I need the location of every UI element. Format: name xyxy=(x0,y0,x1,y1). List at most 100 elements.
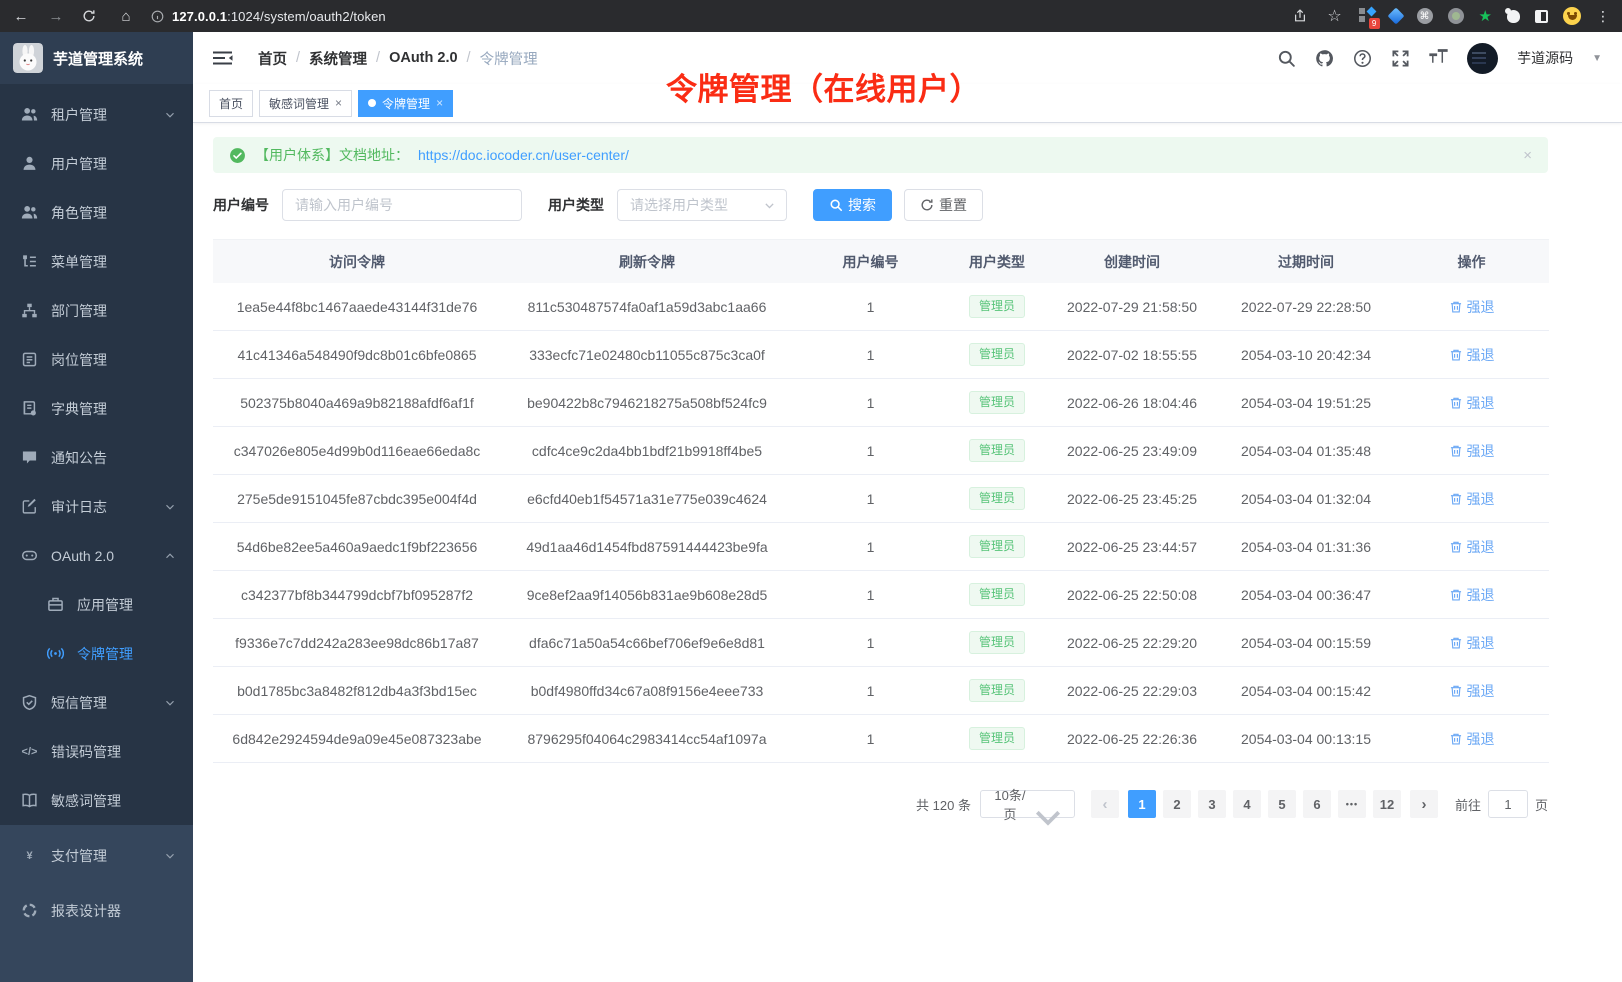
create-time-cell: 2022-07-02 18:55:55 xyxy=(1046,347,1218,363)
force-logout-button[interactable]: 强退 xyxy=(1449,729,1495,749)
font-size-icon[interactable] xyxy=(1429,49,1448,68)
force-logout-label: 强退 xyxy=(1467,537,1495,557)
force-logout-button[interactable]: 强退 xyxy=(1449,441,1495,461)
diamond-extension-icon[interactable] xyxy=(1387,8,1404,25)
page-size-select[interactable]: 10条/页 xyxy=(980,790,1075,818)
fullscreen-icon[interactable] xyxy=(1391,49,1410,68)
close-icon[interactable]: × xyxy=(335,96,342,110)
site-info-icon[interactable] xyxy=(151,10,164,23)
access-token-cell: 1ea5e44f8bc1467aaede43144f31de76 xyxy=(213,299,501,315)
sidebar-item-errcode[interactable]: </>错误码管理 xyxy=(0,727,193,776)
user-id-cell: 1 xyxy=(793,539,948,555)
breadcrumb-item[interactable]: 系统管理 xyxy=(309,48,367,69)
tab-token[interactable]: 令牌管理× xyxy=(358,90,453,117)
sidebar-item-audit[interactable]: 审计日志 xyxy=(0,482,193,531)
sidebar-item-user[interactable]: 用户管理 xyxy=(0,139,193,188)
sidebar-item-sms[interactable]: 短信管理 xyxy=(0,678,193,727)
force-logout-button[interactable]: 强退 xyxy=(1449,633,1495,653)
reload-icon[interactable] xyxy=(82,9,100,23)
force-logout-button[interactable]: 强退 xyxy=(1449,393,1495,413)
sidebar-item-label: 短信管理 xyxy=(51,693,107,713)
action-cell: 强退 xyxy=(1394,681,1549,701)
page-button[interactable]: 12 xyxy=(1373,790,1401,818)
page-button[interactable]: 1 xyxy=(1128,790,1156,818)
search-icon[interactable] xyxy=(1277,49,1296,68)
github-icon[interactable] xyxy=(1315,49,1334,68)
prev-page-button[interactable]: ‹ xyxy=(1091,790,1119,818)
next-page-button[interactable]: › xyxy=(1410,790,1438,818)
sidebar-item-dept[interactable]: 部门管理 xyxy=(0,286,193,335)
green-star-extension-icon[interactable]: ★ xyxy=(1479,9,1492,24)
breadcrumb-item[interactable]: 首页 xyxy=(258,48,287,69)
sidebar-item-tenant[interactable]: 租户管理 xyxy=(0,90,193,139)
page-button[interactable]: 2 xyxy=(1163,790,1191,818)
logo-bar[interactable]: 芋道管理系统 xyxy=(0,32,193,84)
user-id-input[interactable] xyxy=(282,189,522,221)
back-icon[interactable]: ← xyxy=(12,8,30,25)
table-header-cell: 访问令牌 xyxy=(213,252,501,272)
browser-menu-icon[interactable]: ⋮ xyxy=(1596,8,1610,25)
page-button[interactable]: 4 xyxy=(1233,790,1261,818)
force-logout-label: 强退 xyxy=(1467,489,1495,509)
sidebar-item-app[interactable]: 应用管理 xyxy=(0,580,193,629)
share-icon[interactable] xyxy=(1293,9,1311,23)
sidebar-item-oauth[interactable]: OAuth 2.0 xyxy=(0,531,193,580)
page-button[interactable]: 3 xyxy=(1198,790,1226,818)
bookmark-star-icon[interactable]: ☆ xyxy=(1326,6,1344,26)
sidebar-item-label: 角色管理 xyxy=(51,203,107,223)
user-name[interactable]: 芋道源码 xyxy=(1517,48,1573,68)
doc-link[interactable]: https://doc.iocoder.cn/user-center/ xyxy=(418,147,629,163)
tab-group-extension-icon[interactable]: 9 xyxy=(1359,8,1375,24)
page-content: 【用户体系】文档地址： https://doc.iocoder.cn/user-… xyxy=(193,123,1622,818)
force-logout-button[interactable]: 强退 xyxy=(1449,681,1495,701)
sidebar-item-token[interactable]: 令牌管理 xyxy=(0,629,193,678)
force-logout-button[interactable]: 强退 xyxy=(1449,297,1495,317)
refresh-token-cell: 9ce8ef2aa9f14056b831ae9b608e28d5 xyxy=(501,587,793,603)
search-button[interactable]: 搜索 xyxy=(813,189,892,221)
user-id-cell: 1 xyxy=(793,731,948,747)
force-logout-label: 强退 xyxy=(1467,681,1495,701)
app-title: 芋道管理系统 xyxy=(53,48,143,69)
breadcrumb-item[interactable]: OAuth 2.0 xyxy=(389,50,457,66)
sidebar-item-post[interactable]: 岗位管理 xyxy=(0,335,193,384)
sidebar: 芋道管理系统 租户管理用户管理角色管理菜单管理部门管理岗位管理字典管理通知公告审… xyxy=(0,32,193,982)
sidebar-item-report[interactable]: 报表设计器 xyxy=(0,883,193,938)
sidebar-item-dict[interactable]: 字典管理 xyxy=(0,384,193,433)
address-bar[interactable]: 127.0.0.1:1024/system/oauth2/token xyxy=(151,9,1281,24)
user-menu-caret-icon[interactable]: ▼ xyxy=(1592,53,1602,64)
page-button[interactable]: 5 xyxy=(1268,790,1296,818)
user-id-label: 用户编号 xyxy=(213,195,269,215)
collapse-sidebar-icon[interactable] xyxy=(213,50,233,66)
user-type-select[interactable]: 请选择用户类型 xyxy=(617,189,787,221)
table-row: 275e5de9151045fe87cbdc395e004f4de6cfd40e… xyxy=(213,475,1549,523)
recorder-extension-icon[interactable] xyxy=(1448,8,1464,24)
user-avatar[interactable] xyxy=(1467,43,1498,74)
sidebar-item-sensitive[interactable]: 敏感词管理 xyxy=(0,776,193,825)
sidebar-item-menu[interactable]: 菜单管理 xyxy=(0,237,193,286)
more-pages-button[interactable]: ••• xyxy=(1338,790,1366,818)
user-id-cell: 1 xyxy=(793,587,948,603)
force-logout-button[interactable]: 强退 xyxy=(1449,585,1495,605)
animal-extension-icon[interactable] xyxy=(1507,10,1520,23)
goto-page-input[interactable] xyxy=(1488,790,1528,818)
expire-time-cell: 2054-03-04 00:36:47 xyxy=(1218,587,1394,603)
page-button[interactable]: 6 xyxy=(1303,790,1331,818)
force-logout-button[interactable]: 强退 xyxy=(1449,345,1495,365)
shortcut-extension-icon[interactable]: ⌘ xyxy=(1417,8,1433,24)
user-id-cell: 1 xyxy=(793,635,948,651)
tab-sensitive[interactable]: 敏感词管理× xyxy=(259,90,352,117)
sidebar-item-pay[interactable]: ¥支付管理 xyxy=(0,828,193,883)
profile-avatar-icon[interactable] xyxy=(1563,7,1581,25)
close-icon[interactable]: × xyxy=(436,96,443,110)
alert-close-icon[interactable]: × xyxy=(1523,147,1532,164)
home-icon[interactable]: ⌂ xyxy=(117,8,135,25)
force-logout-button[interactable]: 强退 xyxy=(1449,537,1495,557)
tab-home[interactable]: 首页 xyxy=(209,90,253,117)
forward-icon[interactable]: → xyxy=(47,8,65,25)
force-logout-button[interactable]: 强退 xyxy=(1449,489,1495,509)
side-panel-icon[interactable] xyxy=(1535,10,1548,23)
sidebar-item-notice[interactable]: 通知公告 xyxy=(0,433,193,482)
reset-button[interactable]: 重置 xyxy=(904,189,983,221)
help-icon[interactable] xyxy=(1353,49,1372,68)
sidebar-item-role[interactable]: 角色管理 xyxy=(0,188,193,237)
